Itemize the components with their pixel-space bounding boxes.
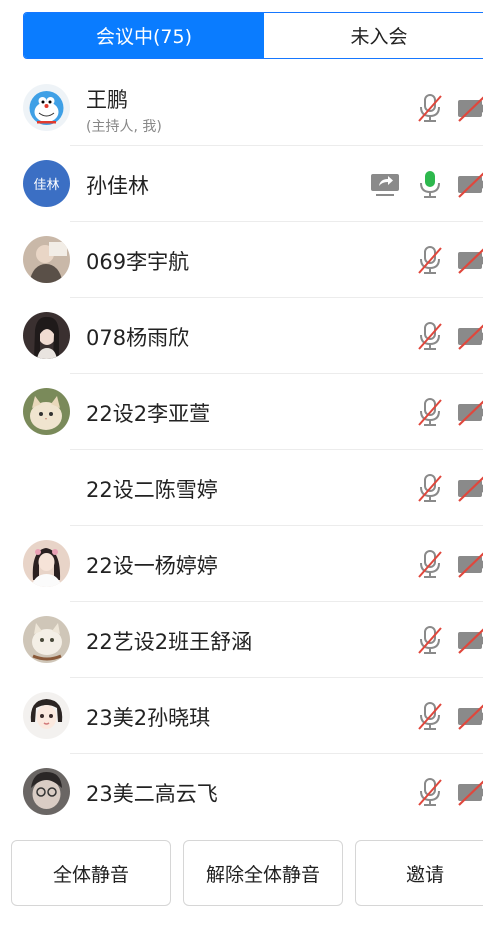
participant-name: 孙佳林 [86,174,149,198]
mic-muted-icon[interactable] [415,548,445,580]
participant-name: 22设二陈雪婷 [86,478,218,502]
mic-active-icon[interactable] [415,168,445,200]
mic-muted-icon[interactable] [415,776,445,808]
avatar [23,540,70,587]
participant-name: 069李宇航 [86,250,190,274]
participant-list: 王鹏 (主持人, 我) 佳林 孙佳林 069李宇航 078杨雨欣 22设2李亚萱… [0,70,483,830]
mic-muted-icon[interactable] [415,244,445,276]
participant-name: 22艺设2班王舒涵 [86,630,253,654]
avatar [23,84,70,131]
camera-off-icon[interactable] [456,396,483,428]
participant-name: 078杨雨欣 [86,326,190,350]
avatar [23,388,70,435]
participant-row[interactable]: 王鹏 (主持人, 我) [0,70,483,146]
participant-tabs: 会议中(75) 未入会 [23,12,483,59]
participant-row[interactable]: 22艺设2班王舒涵 [0,602,483,678]
avatar [23,616,70,663]
mic-muted-icon[interactable] [415,624,445,656]
participant-row[interactable]: 23美二高云飞 [0,754,483,830]
unmute-all-button[interactable]: 解除全体静音 [183,840,343,906]
participant-row[interactable]: 069李宇航 [0,222,483,298]
camera-off-icon[interactable] [456,548,483,580]
avatar: 佳林 [23,160,70,207]
screen-share-icon[interactable] [370,168,400,200]
camera-off-icon[interactable] [456,700,483,732]
camera-off-icon[interactable] [456,624,483,656]
camera-off-icon[interactable] [456,472,483,504]
mic-muted-icon[interactable] [415,92,445,124]
camera-off-icon[interactable] [456,776,483,808]
avatar [23,312,70,359]
camera-off-icon[interactable] [456,92,483,124]
participant-name: 22设2李亚萱 [86,402,211,426]
participant-name: 22设一杨婷婷 [86,554,218,578]
camera-off-icon[interactable] [456,168,483,200]
participant-row[interactable]: 078杨雨欣 [0,298,483,374]
avatar [23,768,70,815]
tab-in-meeting[interactable]: 会议中(75) [24,13,264,58]
tab-not-joined[interactable]: 未入会 [264,13,483,58]
mic-muted-icon[interactable] [415,700,445,732]
avatar [23,236,70,283]
mic-muted-icon[interactable] [415,472,445,504]
participant-row[interactable]: 佳林 孙佳林 [0,146,483,222]
participant-row[interactable]: 22设二陈雪婷 [0,450,483,526]
invite-button[interactable]: 邀请 [355,840,483,906]
mic-muted-icon[interactable] [415,320,445,352]
action-bar: 全体静音 解除全体静音 邀请 [0,840,483,906]
participant-name: 王鹏 [86,88,128,112]
mic-muted-icon[interactable] [415,396,445,428]
participant-name: 23美2孙晓琪 [86,706,211,730]
participant-row[interactable]: 23美2孙晓琪 [0,678,483,754]
avatar [23,692,70,739]
participant-row[interactable]: 22设2李亚萱 [0,374,483,450]
mute-all-button[interactable]: 全体静音 [11,840,171,906]
participant-name: 23美二高云飞 [86,782,218,806]
camera-off-icon[interactable] [456,244,483,276]
participant-role: (主持人, 我) [86,119,162,135]
camera-off-icon[interactable] [456,320,483,352]
participant-row[interactable]: 22设一杨婷婷 [0,526,483,602]
